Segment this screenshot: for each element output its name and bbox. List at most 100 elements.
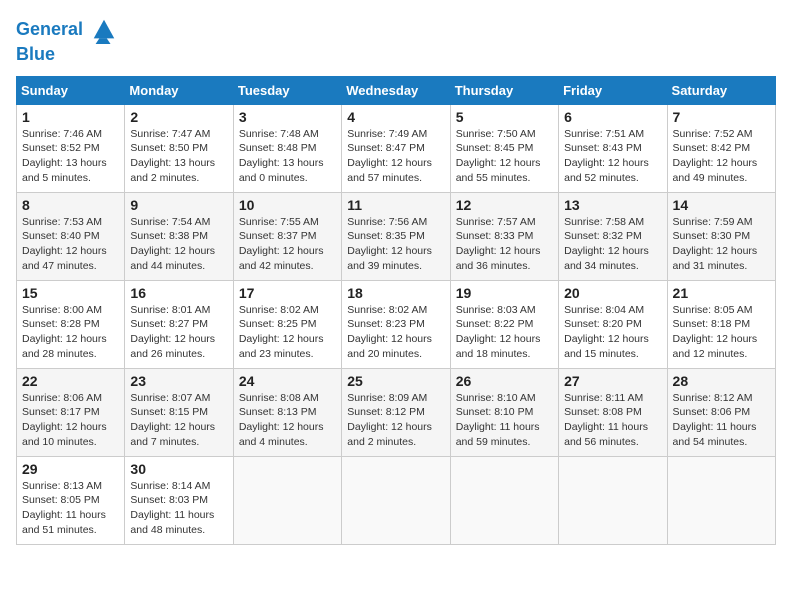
day-number: 21	[673, 285, 770, 301]
weekday-header-saturday: Saturday	[667, 76, 775, 104]
weekday-header-wednesday: Wednesday	[342, 76, 450, 104]
calendar-cell: 11 Sunrise: 7:56 AM Sunset: 8:35 PM Dayl…	[342, 192, 450, 280]
day-number: 28	[673, 373, 770, 389]
calendar-header-row: SundayMondayTuesdayWednesdayThursdayFrid…	[17, 76, 776, 104]
day-number: 23	[130, 373, 227, 389]
day-detail: Sunrise: 7:47 AM Sunset: 8:50 PM Dayligh…	[130, 127, 227, 186]
weekday-header-friday: Friday	[559, 76, 667, 104]
day-number: 4	[347, 109, 444, 125]
day-detail: Sunrise: 7:55 AM Sunset: 8:37 PM Dayligh…	[239, 215, 336, 274]
calendar-cell: 22 Sunrise: 8:06 AM Sunset: 8:17 PM Dayl…	[17, 368, 125, 456]
calendar-cell: 10 Sunrise: 7:55 AM Sunset: 8:37 PM Dayl…	[233, 192, 341, 280]
calendar-cell: 25 Sunrise: 8:09 AM Sunset: 8:12 PM Dayl…	[342, 368, 450, 456]
day-detail: Sunrise: 7:49 AM Sunset: 8:47 PM Dayligh…	[347, 127, 444, 186]
logo-blue: Blue	[16, 44, 118, 66]
day-detail: Sunrise: 7:53 AM Sunset: 8:40 PM Dayligh…	[22, 215, 119, 274]
weekday-header-tuesday: Tuesday	[233, 76, 341, 104]
calendar-cell: 29 Sunrise: 8:13 AM Sunset: 8:05 PM Dayl…	[17, 456, 125, 544]
calendar-week-4: 22 Sunrise: 8:06 AM Sunset: 8:17 PM Dayl…	[17, 368, 776, 456]
day-detail: Sunrise: 8:05 AM Sunset: 8:18 PM Dayligh…	[673, 303, 770, 362]
day-number: 14	[673, 197, 770, 213]
day-detail: Sunrise: 7:58 AM Sunset: 8:32 PM Dayligh…	[564, 215, 661, 274]
day-detail: Sunrise: 8:08 AM Sunset: 8:13 PM Dayligh…	[239, 391, 336, 450]
day-number: 12	[456, 197, 553, 213]
weekday-header-monday: Monday	[125, 76, 233, 104]
calendar-cell: 5 Sunrise: 7:50 AM Sunset: 8:45 PM Dayli…	[450, 104, 558, 192]
day-number: 3	[239, 109, 336, 125]
day-detail: Sunrise: 8:07 AM Sunset: 8:15 PM Dayligh…	[130, 391, 227, 450]
day-detail: Sunrise: 7:51 AM Sunset: 8:43 PM Dayligh…	[564, 127, 661, 186]
day-number: 22	[22, 373, 119, 389]
day-detail: Sunrise: 8:13 AM Sunset: 8:05 PM Dayligh…	[22, 479, 119, 538]
day-number: 9	[130, 197, 227, 213]
calendar-cell: 28 Sunrise: 8:12 AM Sunset: 8:06 PM Dayl…	[667, 368, 775, 456]
calendar-cell: 30 Sunrise: 8:14 AM Sunset: 8:03 PM Dayl…	[125, 456, 233, 544]
day-number: 29	[22, 461, 119, 477]
day-detail: Sunrise: 8:02 AM Sunset: 8:25 PM Dayligh…	[239, 303, 336, 362]
calendar-week-1: 1 Sunrise: 7:46 AM Sunset: 8:52 PM Dayli…	[17, 104, 776, 192]
day-number: 20	[564, 285, 661, 301]
calendar-cell	[559, 456, 667, 544]
day-detail: Sunrise: 7:46 AM Sunset: 8:52 PM Dayligh…	[22, 127, 119, 186]
calendar-cell: 27 Sunrise: 8:11 AM Sunset: 8:08 PM Dayl…	[559, 368, 667, 456]
day-number: 25	[347, 373, 444, 389]
logo: General Blue	[16, 16, 118, 66]
day-number: 10	[239, 197, 336, 213]
calendar-cell: 17 Sunrise: 8:02 AM Sunset: 8:25 PM Dayl…	[233, 280, 341, 368]
day-number: 16	[130, 285, 227, 301]
day-detail: Sunrise: 8:04 AM Sunset: 8:20 PM Dayligh…	[564, 303, 661, 362]
day-detail: Sunrise: 7:50 AM Sunset: 8:45 PM Dayligh…	[456, 127, 553, 186]
day-number: 19	[456, 285, 553, 301]
day-number: 27	[564, 373, 661, 389]
day-number: 15	[22, 285, 119, 301]
day-detail: Sunrise: 7:59 AM Sunset: 8:30 PM Dayligh…	[673, 215, 770, 274]
calendar-cell: 2 Sunrise: 7:47 AM Sunset: 8:50 PM Dayli…	[125, 104, 233, 192]
calendar-cell: 24 Sunrise: 8:08 AM Sunset: 8:13 PM Dayl…	[233, 368, 341, 456]
day-detail: Sunrise: 8:12 AM Sunset: 8:06 PM Dayligh…	[673, 391, 770, 450]
day-number: 5	[456, 109, 553, 125]
day-number: 17	[239, 285, 336, 301]
day-number: 24	[239, 373, 336, 389]
page-header: General Blue	[16, 16, 776, 66]
calendar-cell: 13 Sunrise: 7:58 AM Sunset: 8:32 PM Dayl…	[559, 192, 667, 280]
day-detail: Sunrise: 8:03 AM Sunset: 8:22 PM Dayligh…	[456, 303, 553, 362]
calendar-cell: 1 Sunrise: 7:46 AM Sunset: 8:52 PM Dayli…	[17, 104, 125, 192]
calendar-week-2: 8 Sunrise: 7:53 AM Sunset: 8:40 PM Dayli…	[17, 192, 776, 280]
day-detail: Sunrise: 7:57 AM Sunset: 8:33 PM Dayligh…	[456, 215, 553, 274]
calendar-cell	[450, 456, 558, 544]
calendar-cell: 15 Sunrise: 8:00 AM Sunset: 8:28 PM Dayl…	[17, 280, 125, 368]
day-number: 26	[456, 373, 553, 389]
calendar-cell	[342, 456, 450, 544]
day-detail: Sunrise: 8:11 AM Sunset: 8:08 PM Dayligh…	[564, 391, 661, 450]
logo-general: General	[16, 19, 83, 39]
calendar-cell: 26 Sunrise: 8:10 AM Sunset: 8:10 PM Dayl…	[450, 368, 558, 456]
day-detail: Sunrise: 8:01 AM Sunset: 8:27 PM Dayligh…	[130, 303, 227, 362]
day-detail: Sunrise: 7:56 AM Sunset: 8:35 PM Dayligh…	[347, 215, 444, 274]
calendar-cell: 19 Sunrise: 8:03 AM Sunset: 8:22 PM Dayl…	[450, 280, 558, 368]
day-detail: Sunrise: 8:00 AM Sunset: 8:28 PM Dayligh…	[22, 303, 119, 362]
day-detail: Sunrise: 8:02 AM Sunset: 8:23 PM Dayligh…	[347, 303, 444, 362]
calendar-cell: 8 Sunrise: 7:53 AM Sunset: 8:40 PM Dayli…	[17, 192, 125, 280]
day-number: 2	[130, 109, 227, 125]
day-detail: Sunrise: 7:52 AM Sunset: 8:42 PM Dayligh…	[673, 127, 770, 186]
day-detail: Sunrise: 8:10 AM Sunset: 8:10 PM Dayligh…	[456, 391, 553, 450]
calendar-week-5: 29 Sunrise: 8:13 AM Sunset: 8:05 PM Dayl…	[17, 456, 776, 544]
logo-icon	[90, 16, 118, 44]
calendar-cell: 18 Sunrise: 8:02 AM Sunset: 8:23 PM Dayl…	[342, 280, 450, 368]
day-number: 8	[22, 197, 119, 213]
day-detail: Sunrise: 7:54 AM Sunset: 8:38 PM Dayligh…	[130, 215, 227, 274]
day-detail: Sunrise: 7:48 AM Sunset: 8:48 PM Dayligh…	[239, 127, 336, 186]
day-number: 11	[347, 197, 444, 213]
calendar-cell: 3 Sunrise: 7:48 AM Sunset: 8:48 PM Dayli…	[233, 104, 341, 192]
day-number: 1	[22, 109, 119, 125]
calendar-cell: 16 Sunrise: 8:01 AM Sunset: 8:27 PM Dayl…	[125, 280, 233, 368]
calendar-cell: 21 Sunrise: 8:05 AM Sunset: 8:18 PM Dayl…	[667, 280, 775, 368]
calendar-cell	[233, 456, 341, 544]
day-detail: Sunrise: 8:06 AM Sunset: 8:17 PM Dayligh…	[22, 391, 119, 450]
calendar-cell: 14 Sunrise: 7:59 AM Sunset: 8:30 PM Dayl…	[667, 192, 775, 280]
weekday-header-thursday: Thursday	[450, 76, 558, 104]
day-number: 6	[564, 109, 661, 125]
day-number: 30	[130, 461, 227, 477]
day-number: 13	[564, 197, 661, 213]
day-detail: Sunrise: 8:14 AM Sunset: 8:03 PM Dayligh…	[130, 479, 227, 538]
